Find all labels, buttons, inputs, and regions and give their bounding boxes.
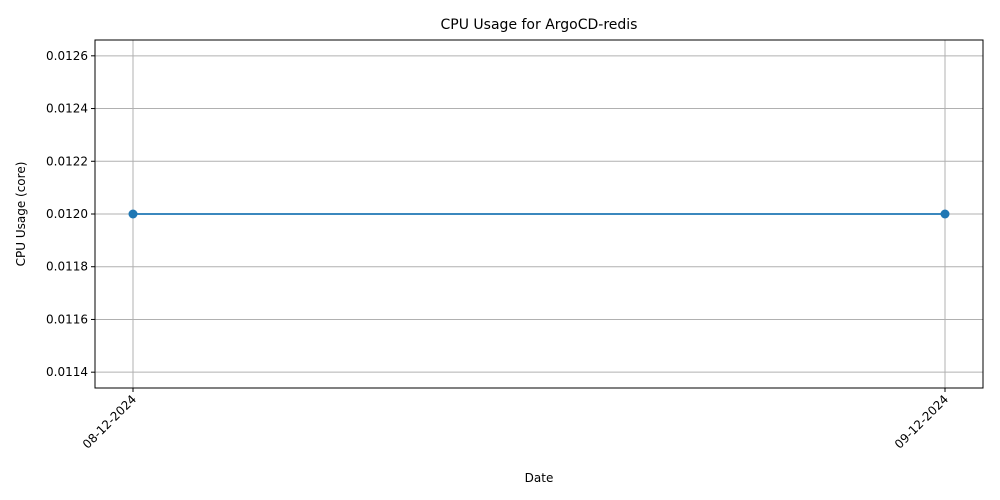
chart-title: CPU Usage for ArgoCD-redis bbox=[441, 17, 638, 33]
y-tick-label: 0.0122 bbox=[46, 154, 88, 168]
y-tick-label: 0.0126 bbox=[46, 49, 88, 63]
series-layer bbox=[128, 209, 950, 219]
x-tick-label: 09-12-2024 bbox=[892, 392, 951, 451]
x-axis-label: Date bbox=[525, 471, 554, 485]
y-tick-label: 0.0120 bbox=[46, 207, 88, 221]
y-tick-label: 0.0116 bbox=[46, 312, 88, 326]
y-tick-label: 0.0118 bbox=[46, 260, 88, 274]
data-point bbox=[128, 209, 138, 219]
data-point bbox=[940, 209, 950, 219]
line-chart: 0.0114 0.0116 0.0118 0.0120 0.0122 0.0124 0.01… bbox=[14, 17, 984, 485]
y-tick-label: 0.0124 bbox=[46, 102, 88, 116]
y-tick-label: 0.0114 bbox=[46, 365, 88, 379]
y-axis-label: CPU Usage (core) bbox=[14, 162, 28, 267]
ticks: 0.0114 0.0116 0.0118 0.0120 0.0122 0.0124 0.01… bbox=[46, 49, 951, 452]
x-tick-label: 08-12-2024 bbox=[80, 392, 139, 451]
